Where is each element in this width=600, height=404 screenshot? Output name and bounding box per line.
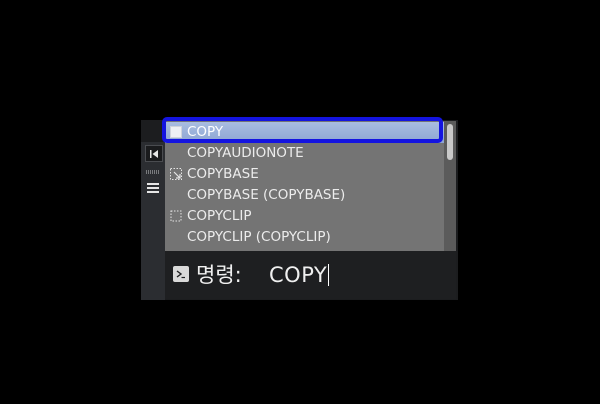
list-item-label: COPYBASE (COPYBASE)	[187, 187, 346, 203]
copybase-icon	[170, 168, 182, 180]
customize-menu-icon[interactable]	[147, 183, 159, 193]
collapse-button[interactable]	[145, 145, 163, 162]
list-item[interactable]: COPYBASE (COPYBASE)	[165, 185, 444, 206]
list-item-label: COPYBASE	[187, 166, 259, 182]
copy-icon	[170, 126, 182, 138]
drag-grip-icon[interactable]	[146, 170, 160, 174]
copyclip-icon	[170, 210, 182, 222]
command-input[interactable]: COPY	[269, 260, 330, 290]
list-item-label: COPYAUDIONOTE	[187, 145, 304, 161]
list-item-label: COPYCLIP (COPYCLIP)	[187, 229, 331, 245]
list-item[interactable]: COPY	[165, 122, 444, 143]
command-prompt-label: 명령:	[196, 263, 242, 287]
list-item[interactable]: COPYAUDIONOTE	[165, 143, 444, 164]
list-item[interactable]: COPYCLIP (COPYCLIP)	[165, 227, 444, 248]
list-scrollbar-thumb[interactable]	[447, 124, 453, 160]
command-prompt-icon	[173, 266, 189, 282]
autocomplete-list: COPY COPYAUDIONOTE COPYBASE COPYBASE (CO…	[165, 121, 444, 251]
skip-back-icon	[150, 149, 158, 158]
list-item[interactable]: COPYCLIP	[165, 206, 444, 227]
command-line-sidebar	[141, 142, 165, 300]
text-cursor	[328, 264, 330, 286]
list-item-label: COPYCLIP	[187, 208, 252, 224]
list-item[interactable]: COPYBASE	[165, 164, 444, 185]
command-input-value: COPY	[269, 263, 328, 287]
command-input-bar[interactable]: 명령: COPY	[165, 251, 456, 299]
list-item-label: COPY	[187, 124, 224, 140]
